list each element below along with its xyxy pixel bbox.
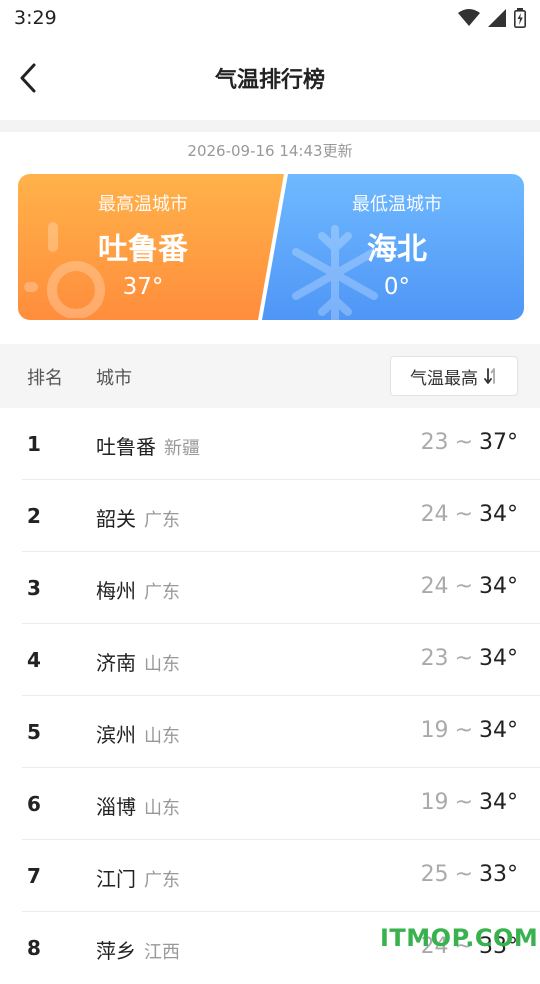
rank-number: 5 xyxy=(27,720,41,744)
temp-range: 23 ~34° xyxy=(420,646,518,671)
list-item[interactable]: 7 江门 广东 25 ~33° xyxy=(0,840,540,912)
temp-high: 34° xyxy=(479,646,518,671)
city-name: 韶关 广东 xyxy=(96,503,180,532)
temp-low: 24 xyxy=(420,574,449,599)
province-label: 新疆 xyxy=(164,438,200,459)
city-label: 江门 xyxy=(96,867,136,891)
city-name: 济南 山东 xyxy=(96,647,180,676)
temp-high: 34° xyxy=(479,574,518,599)
temp-range: 19 ~34° xyxy=(420,790,518,815)
rank-number: 1 xyxy=(27,432,41,456)
temp-high: 33° xyxy=(479,862,518,887)
city-name: 江门 广东 xyxy=(96,863,180,892)
back-button[interactable] xyxy=(12,58,44,98)
list-item[interactable]: 4 济南 山东 23 ~34° xyxy=(0,624,540,696)
list-item[interactable]: 1 吐鲁番 新疆 23 ~37° xyxy=(0,408,540,480)
coldest-city: 海北 xyxy=(367,232,427,267)
app-bar: 气温排行榜 xyxy=(0,36,540,120)
sort-label: 气温最高 xyxy=(410,368,478,389)
update-time: 2026-09-16 14:43更新 xyxy=(187,142,353,160)
signal-icon xyxy=(488,9,506,27)
rank-number: 2 xyxy=(27,504,41,528)
temp-range: 23 ~37° xyxy=(420,430,518,455)
temp-range: 19 ~34° xyxy=(420,718,518,743)
extremes-cards: 最高温城市 吐鲁番 37° 最低温城市 海北 0° xyxy=(18,174,524,320)
coldest-label: 最低温城市 xyxy=(352,194,442,215)
province-label: 广东 xyxy=(144,510,180,531)
temp-high: 34° xyxy=(479,502,518,527)
temp-range: 25 ~33° xyxy=(420,862,518,887)
hottest-city: 吐鲁番 xyxy=(98,232,188,267)
sort-button[interactable]: 气温最高 xyxy=(390,356,518,396)
sort-icon xyxy=(484,368,495,384)
temp-range: 24 ~34° xyxy=(420,502,518,527)
temp-low: 19 xyxy=(420,790,449,815)
city-label: 萍乡 xyxy=(96,939,136,963)
temp-low: 19 xyxy=(420,718,449,743)
city-name: 梅州 广东 xyxy=(96,575,180,604)
temp-low: 23 xyxy=(420,430,449,455)
temp-high: 34° xyxy=(479,718,518,743)
status-bar: 3:29 xyxy=(0,0,540,36)
city-label: 济南 xyxy=(96,651,136,675)
status-icons xyxy=(458,8,526,28)
temp-low: 23 xyxy=(420,646,449,671)
battery-icon xyxy=(514,8,526,28)
hottest-label: 最高温城市 xyxy=(98,194,188,215)
rank-number: 7 xyxy=(27,864,41,888)
list-item[interactable]: 6 淄博 山东 19 ~34° xyxy=(0,768,540,840)
status-time: 3:29 xyxy=(14,7,57,29)
city-label: 韶关 xyxy=(96,507,136,531)
table-header: 排名 城市 气温最高 xyxy=(0,344,540,408)
province-label: 山东 xyxy=(144,654,180,675)
coldest-info: 最低温城市 海北 0° xyxy=(272,174,522,320)
province-label: 广东 xyxy=(144,870,180,891)
temp-low: 24 xyxy=(420,502,449,527)
list-item[interactable]: 3 梅州 广东 24 ~34° xyxy=(0,552,540,624)
column-city: 城市 xyxy=(96,368,132,389)
city-label: 淄博 xyxy=(96,795,136,819)
rank-number: 6 xyxy=(27,792,41,816)
temp-high: 34° xyxy=(479,790,518,815)
city-label: 吐鲁番 xyxy=(96,435,156,459)
chevron-left-icon xyxy=(20,63,36,93)
province-label: 山东 xyxy=(144,726,180,747)
city-label: 梅州 xyxy=(96,579,136,603)
ranking-list: 1 吐鲁番 新疆 23 ~37° 2 韶关 广东 24 ~34° 3 梅州 广东 24 ~3… xyxy=(0,408,540,984)
hottest-temp: 37° xyxy=(122,274,164,300)
list-item[interactable]: 5 滨州 山东 19 ~34° xyxy=(0,696,540,768)
column-rank: 排名 xyxy=(27,368,63,389)
rank-number: 4 xyxy=(27,648,41,672)
coldest-temp: 0° xyxy=(383,274,411,300)
temp-low: 25 xyxy=(420,862,449,887)
city-label: 滨州 xyxy=(96,723,136,747)
city-name: 淄博 山东 xyxy=(96,791,180,820)
city-name: 吐鲁番 新疆 xyxy=(96,431,200,460)
province-label: 山东 xyxy=(144,798,180,819)
temp-high: 37° xyxy=(479,430,518,455)
rank-number: 8 xyxy=(27,936,41,960)
page-title: 气温排行榜 xyxy=(214,68,325,93)
section-divider xyxy=(0,120,540,132)
list-item[interactable]: 2 韶关 广东 24 ~34° xyxy=(0,480,540,552)
wifi-icon xyxy=(458,9,480,26)
hottest-info: 最高温城市 吐鲁番 37° xyxy=(18,174,268,320)
province-label: 广东 xyxy=(144,582,180,603)
rank-number: 3 xyxy=(27,576,41,600)
city-name: 滨州 山东 xyxy=(96,719,180,748)
watermark: ITMOP.COM xyxy=(380,924,539,952)
temp-range: 24 ~34° xyxy=(420,574,518,599)
